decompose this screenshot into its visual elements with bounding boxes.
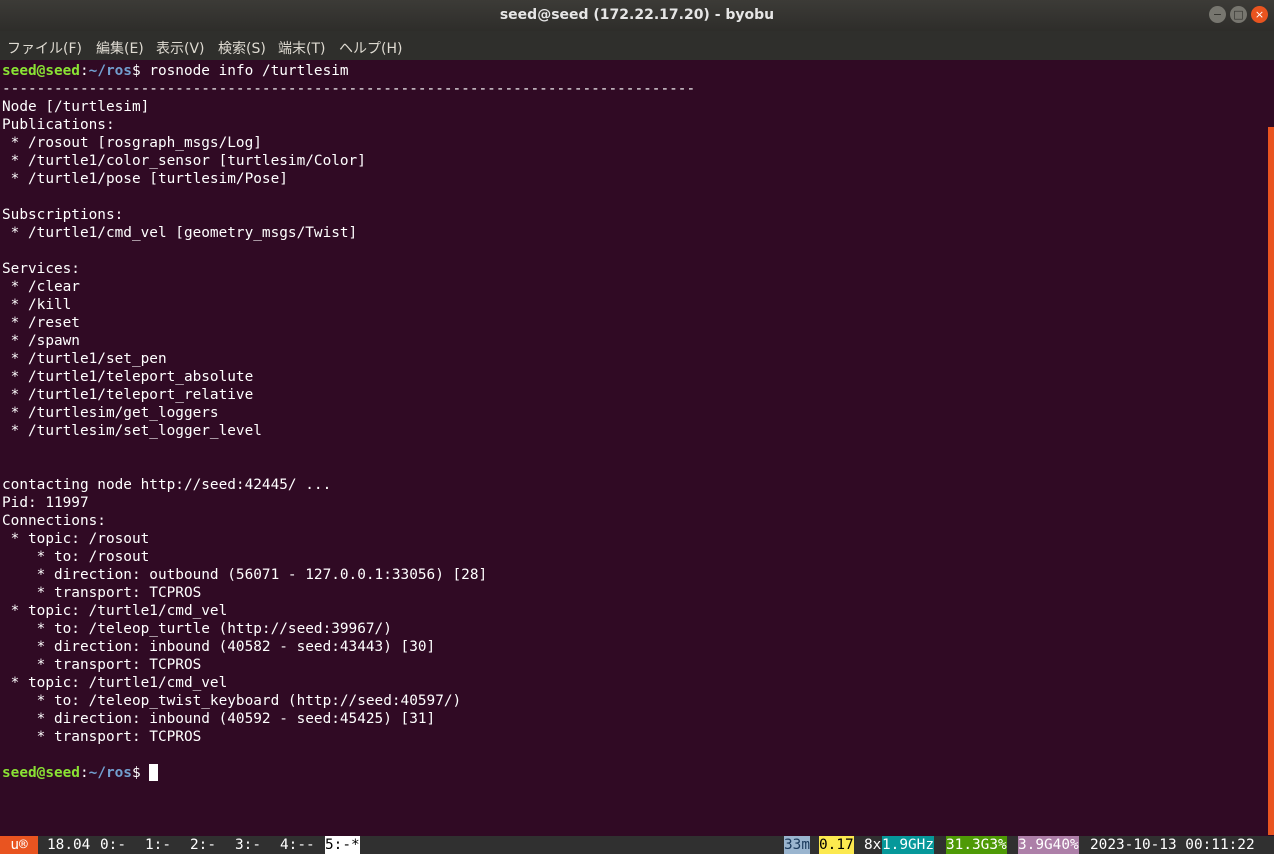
terminal-output-line: * /turtle1/teleport_absolute: [2, 369, 254, 385]
prompt-user: seed@seed: [2, 63, 80, 79]
terminal-output-line: * /clear: [2, 279, 80, 295]
terminal-output-line: Publications:: [2, 117, 115, 133]
disk-usage: 3.9G40%: [1018, 836, 1079, 854]
terminal-output-line: * topic: /rosout: [2, 531, 150, 547]
byobu-logo: u®: [0, 836, 38, 854]
terminal-output-line: ----------------------------------------…: [2, 81, 696, 97]
scrollbar[interactable]: [1268, 127, 1274, 835]
terminal-output-line: * /turtle1/color_sensor [turtlesim/Color…: [2, 153, 366, 169]
menubar: ファイル(F) 編集(E) 表示(V) 検索(S) 端末(T) ヘルプ(H): [0, 31, 1274, 60]
window-tab-0[interactable]: 0:-: [100, 836, 126, 854]
terminal-output-line: * /rosout [rosgraph_msgs/Log]: [2, 135, 262, 151]
cpu-frequency: 1.9GHz: [882, 836, 934, 854]
menu-terminal[interactable]: 端末(T): [278, 38, 325, 58]
menu-view[interactable]: 表示(V): [156, 38, 205, 58]
window-titlebar: seed@seed (172.22.17.20) - byobu − □ ×: [0, 0, 1274, 31]
terminal-output-line: Subscriptions:: [2, 207, 124, 223]
uptime: 33m: [784, 836, 810, 854]
prompt-separator: :: [79, 765, 89, 781]
memory: 31.3G3%: [946, 836, 1007, 854]
maximize-icon[interactable]: □: [1230, 6, 1247, 23]
menu-file[interactable]: ファイル(F): [7, 38, 82, 58]
terminal-output-line: * to: /teleop_twist_keyboard (http://see…: [2, 693, 462, 709]
terminal-output-line: * /turtlesim/get_loggers: [2, 405, 219, 421]
command-line: seed@seed:~/ros$ rosnode info /turtlesim: [2, 62, 349, 80]
terminal-output-line: Connections:: [2, 513, 106, 529]
load-average: 0.17: [819, 836, 854, 854]
terminal-output-line: * /turtle1/pose [turtlesim/Pose]: [2, 171, 288, 187]
terminal-output-line: * direction: outbound (56071 - 127.0.0.1…: [2, 567, 488, 583]
datetime: 2023-10-13 00:11:22: [1090, 837, 1255, 853]
byobu-statusbar: u® 18.04 0:- 1:- 2:- 3:- 4:-- 5:-* 33m 0…: [0, 836, 1274, 854]
prompt-user: seed@seed: [2, 765, 80, 781]
prompt-symbol: $: [131, 765, 150, 781]
terminal-output-line: * transport: TCPROS: [2, 729, 202, 745]
terminal-output-line: Services:: [2, 261, 80, 277]
window-tab-5-active[interactable]: 5:-*: [325, 836, 360, 854]
prompt-path: ~/ros: [88, 765, 132, 781]
window-tab-2[interactable]: 2:-: [190, 836, 216, 854]
terminal-output-line: * direction: inbound (40592 - seed:45425…: [2, 711, 436, 727]
terminal-area[interactable]: seed@seed:~/ros$ rosnode info /turtlesim…: [0, 60, 1268, 835]
terminal-output-line: * topic: /turtle1/cmd_vel: [2, 675, 228, 691]
terminal-output-line: * /turtle1/set_pen: [2, 351, 167, 367]
cpu-count: 8x: [864, 837, 882, 853]
text-cursor: [149, 764, 159, 781]
os-version: 18.04: [47, 837, 91, 853]
terminal-output-line: * /kill: [2, 297, 72, 313]
terminal-output-line: * transport: TCPROS: [2, 657, 202, 673]
command-text: rosnode info /turtlesim: [149, 63, 349, 79]
terminal-output-line: * /turtle1/cmd_vel [geometry_msgs/Twist]: [2, 225, 358, 241]
window-title: seed@seed (172.22.17.20) - byobu: [499, 7, 775, 23]
menu-help[interactable]: ヘルプ(H): [339, 38, 402, 58]
terminal-output-line: * /reset: [2, 315, 80, 331]
menu-search[interactable]: 検索(S): [218, 38, 266, 58]
terminal-output-line: * /spawn: [2, 333, 80, 349]
terminal-output-line: * /turtle1/teleport_relative: [2, 387, 254, 403]
terminal-output-line: * to: /teleop_turtle (http://seed:39967/…: [2, 621, 392, 637]
prompt-path: ~/ros: [88, 63, 132, 79]
terminal-output-line: * /turtlesim/set_logger_level: [2, 423, 262, 439]
window-tab-4[interactable]: 4:--: [280, 836, 315, 854]
active-prompt-line[interactable]: seed@seed:~/ros$: [2, 764, 159, 782]
prompt-symbol: $: [131, 63, 150, 79]
menu-edit[interactable]: 編集(E): [96, 38, 144, 58]
terminal-output-line: * topic: /turtle1/cmd_vel: [2, 603, 228, 619]
window-tab-1[interactable]: 1:-: [145, 836, 171, 854]
terminal-output-line: * direction: inbound (40582 - seed:43443…: [2, 639, 436, 655]
terminal-output-line: Pid: 11997: [2, 495, 89, 511]
terminal-output-line: * to: /rosout: [2, 549, 150, 565]
terminal-output-line: * transport: TCPROS: [2, 585, 202, 601]
close-icon[interactable]: ×: [1251, 6, 1268, 23]
window-tab-3[interactable]: 3:-: [235, 836, 261, 854]
prompt-separator: :: [79, 63, 89, 79]
minimize-icon[interactable]: −: [1209, 6, 1226, 23]
terminal-output-line: Node [/turtlesim]: [2, 99, 150, 115]
terminal-output-line: contacting node http://seed:42445/ ...: [2, 477, 332, 493]
